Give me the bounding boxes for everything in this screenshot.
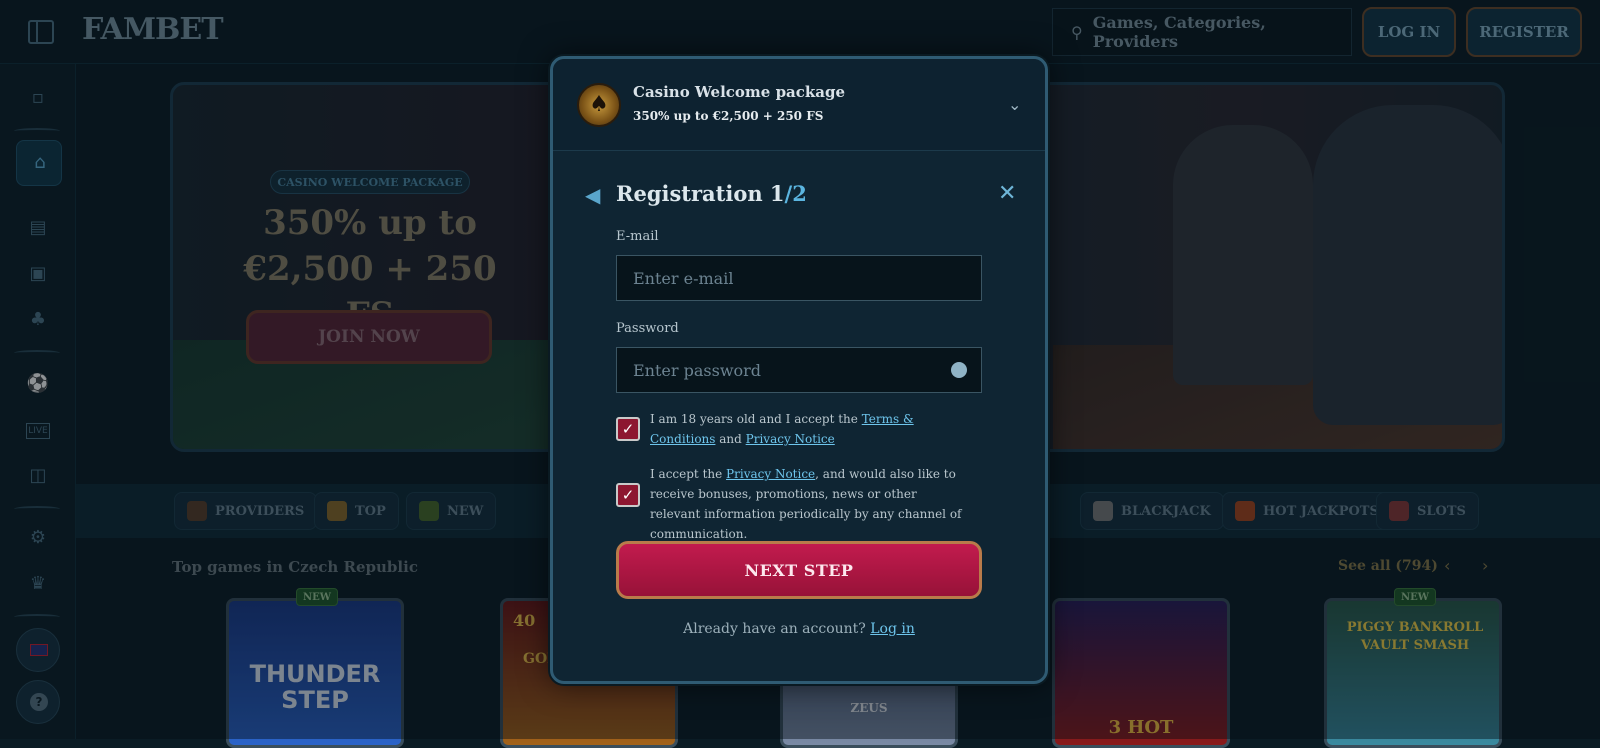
marketing-consent-text: I accept the Privacy Notice, and would a…: [650, 464, 970, 544]
consent-text: I accept the: [650, 467, 727, 481]
email-field[interactable]: Enter e-mail: [616, 255, 982, 301]
privacy-notice-link[interactable]: Privacy Notice: [746, 432, 835, 446]
casino-chip-icon: ♠: [577, 83, 621, 127]
registration-title: Registration 1/2: [616, 181, 807, 206]
password-field[interactable]: Enter password: [616, 347, 982, 393]
show-password-eye-icon[interactable]: [951, 362, 967, 378]
login-link[interactable]: Log in: [870, 621, 915, 637]
password-placeholder: Enter password: [633, 360, 762, 380]
registration-title-text: Registration 1: [616, 181, 785, 206]
privacy-notice-link[interactable]: Privacy Notice: [726, 467, 815, 481]
package-title: Casino Welcome package: [633, 83, 846, 101]
consent-text: and: [715, 432, 746, 446]
welcome-package-header[interactable]: ♠ Casino Welcome package 350% up to €2,5…: [553, 59, 1045, 151]
have-account-label: Already have an account?: [683, 621, 871, 637]
consent-text: I am 18 years old and I accept the: [650, 412, 862, 426]
close-icon[interactable]: ✕: [998, 181, 1016, 206]
package-subtitle: 350% up to €2,500 + 250 FS: [633, 109, 824, 123]
marketing-consent-checkbox[interactable]: ✓: [616, 483, 640, 507]
email-placeholder: Enter e-mail: [633, 268, 734, 288]
age-terms-text: I am 18 years old and I accept the Terms…: [650, 409, 970, 449]
age-terms-checkbox[interactable]: ✓: [616, 417, 640, 441]
password-label: Password: [616, 321, 679, 336]
registration-modal: ♠ Casino Welcome package 350% up to €2,5…: [550, 56, 1048, 684]
next-step-button[interactable]: NEXT STEP: [616, 541, 982, 599]
email-label: E-mail: [616, 229, 659, 244]
have-account-text: Already have an account? Log in: [553, 621, 1045, 637]
registration-step: /2: [784, 181, 807, 206]
back-arrow-icon[interactable]: ◀: [585, 183, 600, 207]
chevron-down-icon[interactable]: ⌄: [1008, 95, 1021, 114]
